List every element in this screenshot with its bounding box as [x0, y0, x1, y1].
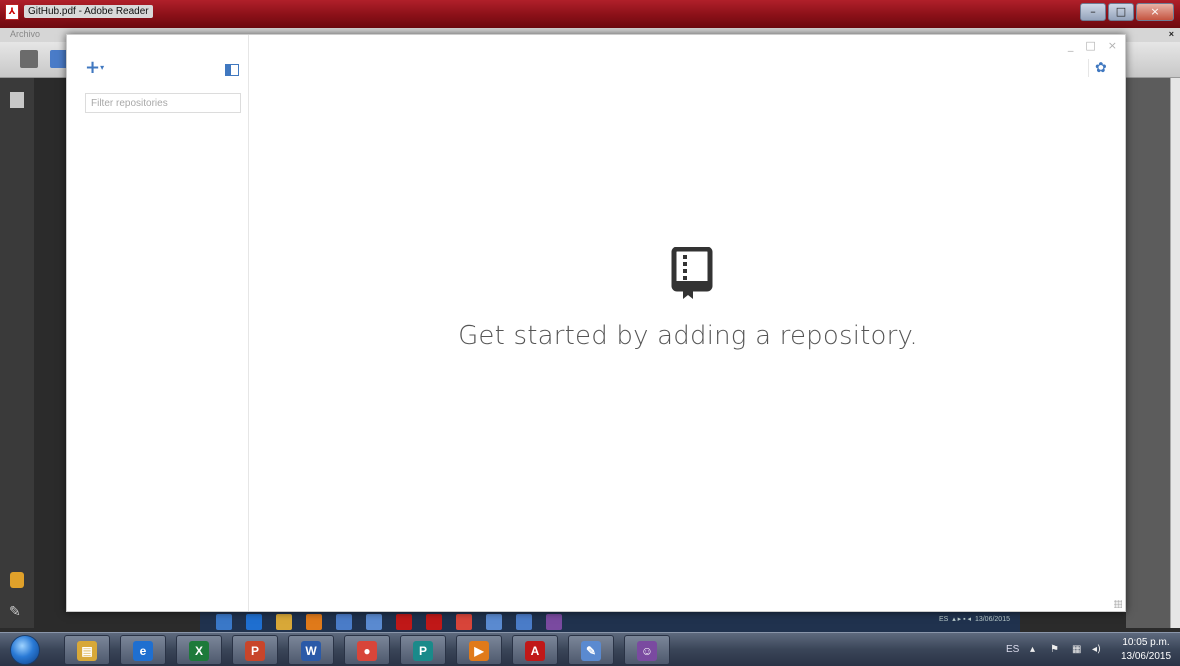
paint-icon: ✎ — [581, 641, 601, 661]
add-repository-button[interactable]: +▾ — [85, 59, 104, 77]
mini-ie-icon — [246, 614, 262, 630]
mini-app-icon — [336, 614, 352, 630]
taskbar-publisher-button[interactable]: P — [400, 635, 446, 665]
attachment-icon[interactable]: ✎ — [9, 604, 23, 620]
system-tray: ES ▴ ⚑ ▦ ◂) 10:05 p.m. 13/06/2015 — [990, 633, 1180, 666]
mini-media-icon — [306, 614, 322, 630]
pages-icon[interactable] — [10, 92, 24, 108]
reader-navigation-pane: ✎ — [0, 78, 34, 628]
print-icon[interactable] — [20, 50, 38, 68]
mini-tray: ES ▴ ▸ ▪ ◂ 13/06/2015 — [938, 616, 1010, 623]
publisher-icon: P — [413, 641, 433, 661]
chevron-down-icon: ▾ — [100, 63, 105, 72]
show-hidden-icons-button[interactable]: ▴ — [1030, 644, 1035, 655]
pdf-icon: ⅄ — [5, 4, 19, 20]
reader-window-controls: – □ × — [1080, 3, 1174, 21]
mini-app-icon — [396, 614, 412, 630]
mini-paint-icon — [486, 614, 502, 630]
volume-icon[interactable]: ◂) — [1092, 644, 1101, 655]
mini-app-icon — [516, 614, 532, 630]
taskbar-word-button[interactable]: W — [288, 635, 334, 665]
taskbar-excel-button[interactable]: X — [176, 635, 222, 665]
action-center-flag-icon[interactable]: ⚑ — [1050, 644, 1059, 655]
resize-grip[interactable] — [1114, 600, 1122, 608]
mini-app-icon — [366, 614, 382, 630]
sidebar-toggle-icon[interactable] — [225, 64, 239, 76]
empty-state-message: Get started by adding a repository. — [458, 321, 918, 351]
github-app-window: +▾ _ □ × ✿ Get started by adding a repos… — [66, 34, 1126, 612]
reader-title-bar: ⅄ GitHub.pdf - Adobe Reader – □ × — [0, 0, 1180, 28]
language-indicator[interactable]: ES — [1006, 644, 1019, 655]
explorer-icon: ▤ — [77, 641, 97, 661]
repository-book-icon — [671, 247, 713, 299]
internet-explorer-icon: e — [133, 641, 153, 661]
reader-minimize-button[interactable]: – — [1080, 3, 1106, 21]
menu-archivo[interactable]: Archivo — [10, 29, 40, 39]
filter-repositories-input[interactable] — [85, 93, 241, 113]
mini-chrome-icon — [456, 614, 472, 630]
clock-date[interactable]: 13/06/2015 — [1120, 651, 1172, 662]
taskbar-paint-button[interactable]: ✎ — [568, 635, 614, 665]
powerpoint-icon: P — [245, 641, 265, 661]
mini-explorer-icon — [276, 614, 292, 630]
taskbar-acrobat-button[interactable]: A — [512, 635, 558, 665]
mini-start-icon — [216, 614, 232, 630]
windows-taskbar: ▤ e X P W ● P ▶ A ✎ ☺ ES ▴ ⚑ ▦ ◂) 10:05 p.m. 13/06… — [0, 632, 1180, 666]
network-icon[interactable]: ▦ — [1072, 644, 1081, 655]
taskbar-chrome-button[interactable]: ● — [344, 635, 390, 665]
taskbar-internet-explorer-button[interactable]: e — [120, 635, 166, 665]
reader-window-title: GitHub.pdf - Adobe Reader — [24, 5, 153, 18]
reader-scrollbar[interactable] — [1170, 78, 1180, 628]
start-button[interactable] — [10, 635, 40, 665]
mini-github-icon — [546, 614, 562, 630]
github-icon: ☺ — [637, 641, 657, 661]
mini-acrobat-icon — [426, 614, 442, 630]
pdf-page-taskbar-image: ES ▴ ▸ ▪ ◂ 13/06/2015 — [200, 612, 1020, 632]
comment-icon[interactable] — [10, 572, 24, 588]
taskbar-media-button[interactable]: ▶ — [456, 635, 502, 665]
acrobat-icon: A — [525, 641, 545, 661]
reader-doc-close-icon[interactable]: × — [1169, 29, 1174, 39]
empty-state-panel: Get started by adding a repository. — [249, 35, 1127, 611]
reader-close-button[interactable]: × — [1136, 3, 1174, 21]
word-icon: W — [301, 641, 321, 661]
taskbar-explorer-button[interactable]: ▤ — [64, 635, 110, 665]
excel-icon: X — [189, 641, 209, 661]
reader-maximize-button[interactable]: □ — [1108, 3, 1134, 21]
media-icon: ▶ — [469, 641, 489, 661]
repository-sidebar: +▾ — [67, 35, 249, 611]
chrome-icon: ● — [357, 641, 377, 661]
taskbar-github-button[interactable]: ☺ — [624, 635, 670, 665]
clock-time[interactable]: 10:05 p.m. — [1120, 637, 1172, 648]
taskbar-powerpoint-button[interactable]: P — [232, 635, 278, 665]
